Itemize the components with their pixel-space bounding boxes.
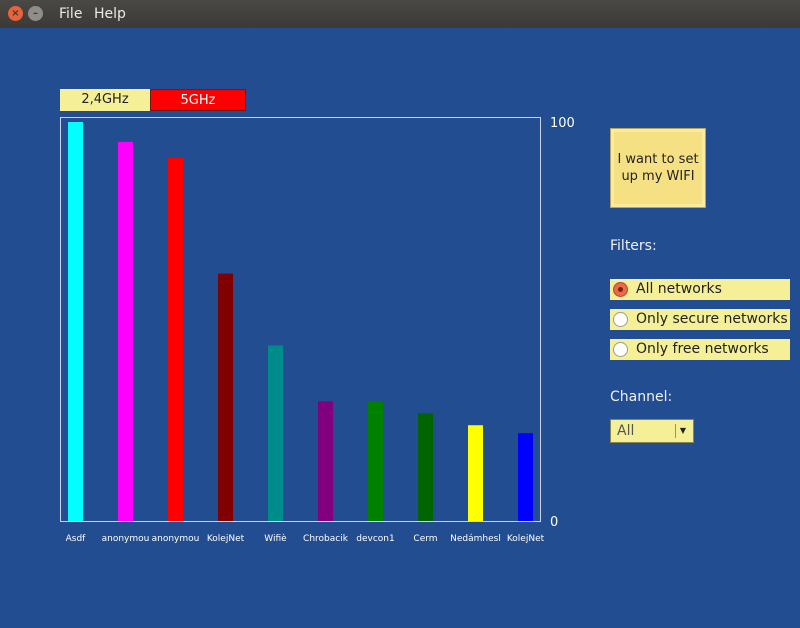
filter-option-label: Only secure networks: [636, 311, 788, 327]
radio-selected-icon[interactable]: [613, 282, 628, 297]
radio-unselected-icon[interactable]: [613, 342, 628, 357]
band-tab-2-4ghz[interactable]: 2,4GHz: [60, 89, 150, 111]
band-tab-5ghz[interactable]: 5GHz: [150, 89, 246, 111]
setup-wifi-button[interactable]: I want to set up my WIFI: [610, 128, 706, 208]
filters-label: Filters:: [610, 238, 657, 254]
filter-all-networks[interactable]: All networks: [610, 279, 790, 300]
x-tick-label: Wifiè: [264, 533, 287, 544]
x-tick-label: Nedámhesl: [450, 534, 501, 544]
bar-1: [68, 122, 83, 521]
y-tick-label: 0: [550, 515, 558, 530]
channel-selected-value: All: [617, 423, 635, 439]
window-titlebar: × – File Help: [0, 0, 800, 28]
bar-10: [518, 433, 533, 521]
filter-option-label: Only free networks: [636, 341, 769, 357]
x-tick-label: KolejNet: [507, 534, 545, 544]
x-tick-label: anonymou: [152, 534, 200, 544]
bar-3: [168, 157, 183, 521]
dropdown-arrow-icon[interactable]: ▼: [675, 424, 690, 438]
bar-9: [468, 425, 483, 521]
x-tick-label: anonymou: [102, 534, 150, 544]
x-tick-label: devcon1: [356, 534, 394, 544]
filter-option-label: All networks: [636, 281, 722, 297]
x-tick-label: Chrobacik: [303, 534, 349, 544]
filter-secure-networks[interactable]: Only secure networks: [610, 309, 790, 330]
minimize-window-icon[interactable]: –: [28, 6, 43, 21]
menu-help[interactable]: Help: [94, 6, 126, 22]
bar-2: [118, 141, 133, 521]
x-tick-label: Asdf: [66, 534, 87, 544]
bar-4: [218, 273, 233, 521]
y-tick-label: 100: [550, 116, 575, 131]
x-tick-label: KolejNet: [207, 534, 245, 544]
channel-select[interactable]: All ▼: [610, 419, 694, 443]
radio-unselected-icon[interactable]: [613, 312, 628, 327]
filter-free-networks[interactable]: Only free networks: [610, 339, 790, 360]
x-tick-label: Cerm: [413, 534, 437, 544]
menu-file[interactable]: File: [59, 6, 82, 22]
bar-6: [318, 401, 333, 521]
close-window-icon[interactable]: ×: [8, 6, 23, 21]
bar-7: [368, 401, 383, 521]
bar-5: [268, 345, 283, 521]
bar-8: [418, 413, 433, 521]
channel-label: Channel:: [610, 389, 673, 405]
